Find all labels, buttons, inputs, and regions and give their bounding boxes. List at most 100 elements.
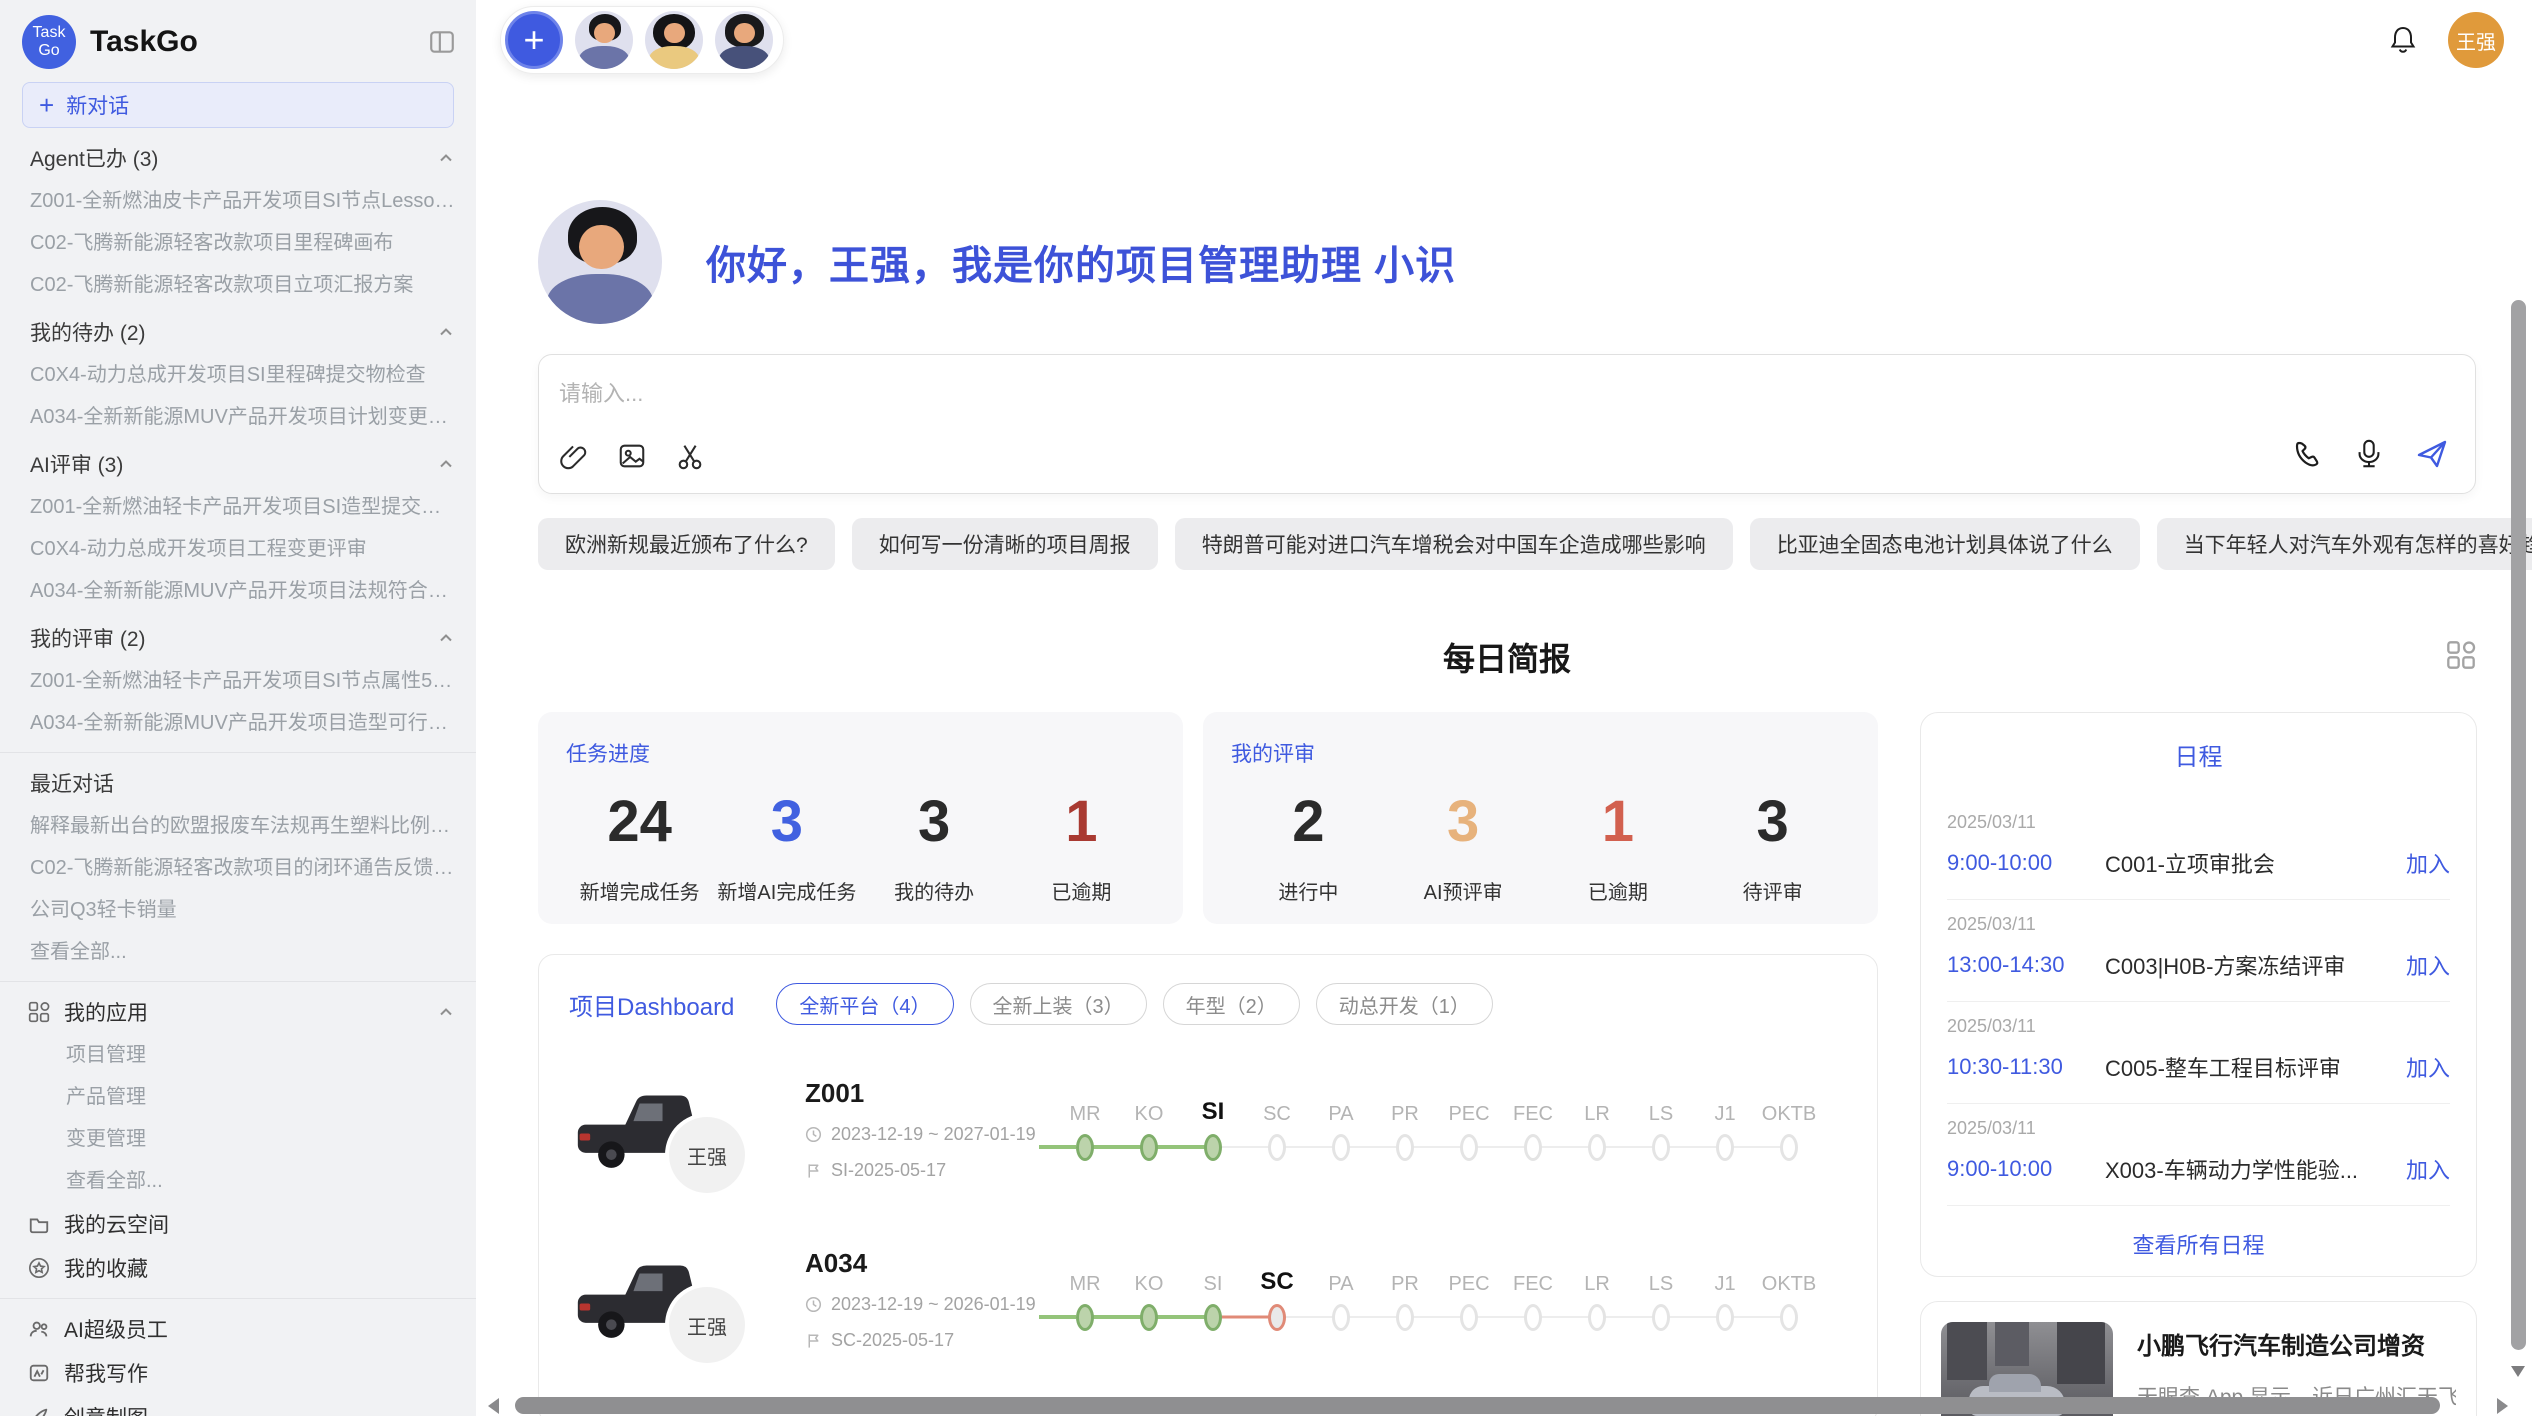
add-agent-button[interactable]: + [505, 11, 563, 69]
collapse-sidebar-button[interactable] [428, 28, 456, 56]
insert-image-button[interactable] [617, 441, 647, 471]
sidebar-item-cloud-folder[interactable]: 我的云空间 [0, 1202, 476, 1246]
sidebar-task-item[interactable]: A034-全新新能源MUV产品开发项目造型可行性评审 [0, 702, 476, 744]
milestone-label: OKTB [1762, 1260, 1816, 1296]
suggestion-chip[interactable]: 欧洲新规最近颁布了什么? [538, 518, 835, 570]
sidebar-section-label: 我的评审 (2) [30, 623, 146, 653]
dashboard-filter-chip[interactable]: 全新平台（4） [776, 983, 953, 1025]
flag-icon [805, 1332, 822, 1349]
sidebar-section-label: 我的待办 (2) [30, 317, 146, 347]
sidebar-task-item[interactable]: C0X4-动力总成开发项目工程变更评审 [0, 528, 476, 570]
logo-line2: Go [38, 42, 59, 60]
sidebar-task-item[interactable]: Z001-全新燃油轻卡产品开发项目SI造型提交物评审 [0, 486, 476, 528]
sidebar-tool-people[interactable]: AI超级员工 [0, 1307, 476, 1351]
sidebar-tool-write-label: 帮我写作 [64, 1358, 456, 1388]
sidebar-task-item[interactable]: A034-全新新能源MUV产品开发项目计划变更表编写 [0, 396, 476, 438]
project-row[interactable]: 王强Z0012023-12-19 ~ 2027-01-19SI-2025-05-… [569, 1063, 1847, 1195]
microphone-icon [2353, 438, 2385, 470]
plus-icon: + [39, 92, 54, 118]
milestone-PEC: PEC [1437, 1090, 1501, 1168]
sidebar-header: Task Go TaskGo [0, 12, 476, 72]
sidebar-recent-chat-item[interactable]: 查看全部... [0, 931, 476, 973]
milestone-node [1588, 1304, 1606, 1331]
sidebar-tool-pen[interactable]: 创意制图 [0, 1395, 476, 1416]
dashboard-filters: 全新平台（4） 全新上装（3） 年型（2） 动总开发（1） [776, 983, 1493, 1025]
sidebar-tool-write[interactable]: 帮我写作 [0, 1351, 476, 1395]
scroll-down-arrow[interactable] [2511, 1366, 2525, 1377]
sidebar-task-item[interactable]: Z001-全新燃油皮卡产品开发项目SI节点Lesson Learn报告 [0, 180, 476, 222]
sidebar-task-item[interactable]: Z001-全新燃油轻卡产品开发项目SI节点属性5D文件评审 [0, 660, 476, 702]
scroll-left-arrow[interactable] [488, 1398, 499, 1414]
sidebar-task-item[interactable]: C02-飞腾新能源轻客改款项目立项汇报方案 [0, 264, 476, 306]
event-join-link[interactable]: 加入 [2406, 949, 2450, 981]
scroll-right-arrow[interactable] [2497, 1398, 2508, 1414]
sidebar-item-my-apps[interactable]: 我的应用 [0, 990, 476, 1034]
sidebar-recent-chat-item[interactable]: 公司Q3轻卡销量 [0, 889, 476, 931]
pen-icon [28, 1406, 50, 1416]
voice-call-button[interactable] [2291, 438, 2323, 470]
stat-value: 3 [1386, 790, 1541, 854]
teammate-avatar-3[interactable] [715, 11, 773, 69]
notifications-button[interactable] [2386, 23, 2420, 57]
attach-file-button[interactable] [559, 441, 589, 471]
main-content: 你好，王强，我是你的项目管理助理 小识 [476, 200, 2532, 1416]
vertical-scrollbar[interactable] [2511, 300, 2526, 1350]
schedule-event: 2025/03/119:00-10:00X003-车辆动力学性能验...加入 [1947, 1104, 2450, 1206]
event-time: 13:00-14:30 [1947, 952, 2105, 978]
chat-input[interactable] [559, 381, 2455, 407]
my-apps-item[interactable]: 项目管理 [0, 1034, 476, 1076]
stat-label: 进行中 [1231, 876, 1386, 905]
view-all-schedule-link[interactable]: 查看所有日程 [1947, 1228, 2450, 1260]
milestone-label: SC [1263, 1090, 1291, 1126]
assistant-greeting-block: 你好，王强，我是你的项目管理助理 小识 [538, 200, 2476, 324]
project-dates-row: 2023-12-19 ~ 2027-01-19 [805, 1124, 1045, 1145]
panel-collapse-icon [428, 28, 456, 56]
suggestion-chip[interactable]: 比亚迪全固态电池计划具体说了什么 [1750, 518, 2140, 570]
chevron-up-icon [436, 322, 456, 342]
suggestion-chip[interactable]: 当下年轻人对汽车外观有怎样的喜好趋势 [2157, 518, 2532, 570]
voice-input-button[interactable] [2353, 438, 2385, 470]
milestone-node [1652, 1304, 1670, 1331]
screenshot-button[interactable] [675, 441, 705, 471]
teammate-avatar-2[interactable] [645, 11, 703, 69]
sidebar-recent-chat-item[interactable]: C02-飞腾新能源轻客改款项目的闭环通告反馈情况 [0, 847, 476, 889]
horizontal-scrollbar-thumb[interactable] [515, 1397, 2440, 1414]
sidebar-recent-chat-item[interactable]: 解释最新出台的欧盟报废车法规再生塑料比例被调至15%... [0, 805, 476, 847]
sidebar-task-item[interactable]: C02-飞腾新能源轻客改款项目里程碑画布 [0, 222, 476, 264]
teammate-avatar-1[interactable] [575, 11, 633, 69]
milestone-node [1204, 1304, 1222, 1331]
brief-layout-button[interactable] [2446, 640, 2476, 670]
stat-card-title: 我的评审 [1231, 738, 1850, 768]
chevron-up-icon [436, 1002, 456, 1022]
sidebar-task-item[interactable]: A034-全新新能源MUV产品开发项目法规符合性评审 [0, 570, 476, 612]
sidebar-section-header-3[interactable]: 我的评审 (2) [0, 616, 476, 660]
sidebar-item-star[interactable]: 我的收藏 [0, 1246, 476, 1290]
sidebar-section-header-1[interactable]: 我的待办 (2) [0, 310, 476, 354]
stat-card-0: 任务进度24新增完成任务3新增AI完成任务3我的待办1已逾期 [538, 712, 1183, 924]
sidebar-storage-links: 我的云空间我的收藏 [0, 1202, 476, 1290]
suggestion-chip[interactable]: 如何写一份清晰的项目周报 [852, 518, 1158, 570]
suggestion-chip[interactable]: 特朗普可能对进口汽车增税会对中国车企造成哪些影响 [1175, 518, 1733, 570]
my-apps-item[interactable]: 查看全部... [0, 1160, 476, 1202]
sidebar-section-header-2[interactable]: AI评审 (3) [0, 442, 476, 486]
send-button[interactable] [2415, 437, 2449, 471]
sidebar-section-header-0[interactable]: Agent已办 (3) [0, 136, 476, 180]
new-chat-button[interactable]: + 新对话 [22, 82, 454, 128]
event-title: X003-车辆动力学性能验... [2105, 1153, 2406, 1185]
my-apps-item[interactable]: 变更管理 [0, 1118, 476, 1160]
milestone-node [1140, 1304, 1158, 1331]
project-row[interactable]: 王强A0342023-12-19 ~ 2026-01-19SC-2025-05-… [569, 1233, 1847, 1365]
event-join-link[interactable]: 加入 [2406, 847, 2450, 879]
milestone-J1: J1 [1693, 1260, 1757, 1338]
dashboard-filter-chip[interactable]: 动总开发（1） [1316, 983, 1493, 1025]
user-avatar[interactable]: 王强 [2448, 12, 2504, 68]
milestone-KO: KO [1117, 1260, 1181, 1338]
my-apps-item[interactable]: 产品管理 [0, 1076, 476, 1118]
dashboard-filter-chip[interactable]: 全新上装（3） [970, 983, 1147, 1025]
event-join-link[interactable]: 加入 [2406, 1051, 2450, 1083]
sidebar-task-item[interactable]: C0X4-动力总成开发项目SI里程碑提交物检查 [0, 354, 476, 396]
dashboard-filter-chip[interactable]: 年型（2） [1163, 983, 1300, 1025]
event-date: 2025/03/11 [1947, 812, 2450, 833]
event-join-link[interactable]: 加入 [2406, 1153, 2450, 1185]
sidebar-section-label: Agent已办 (3) [30, 143, 158, 173]
